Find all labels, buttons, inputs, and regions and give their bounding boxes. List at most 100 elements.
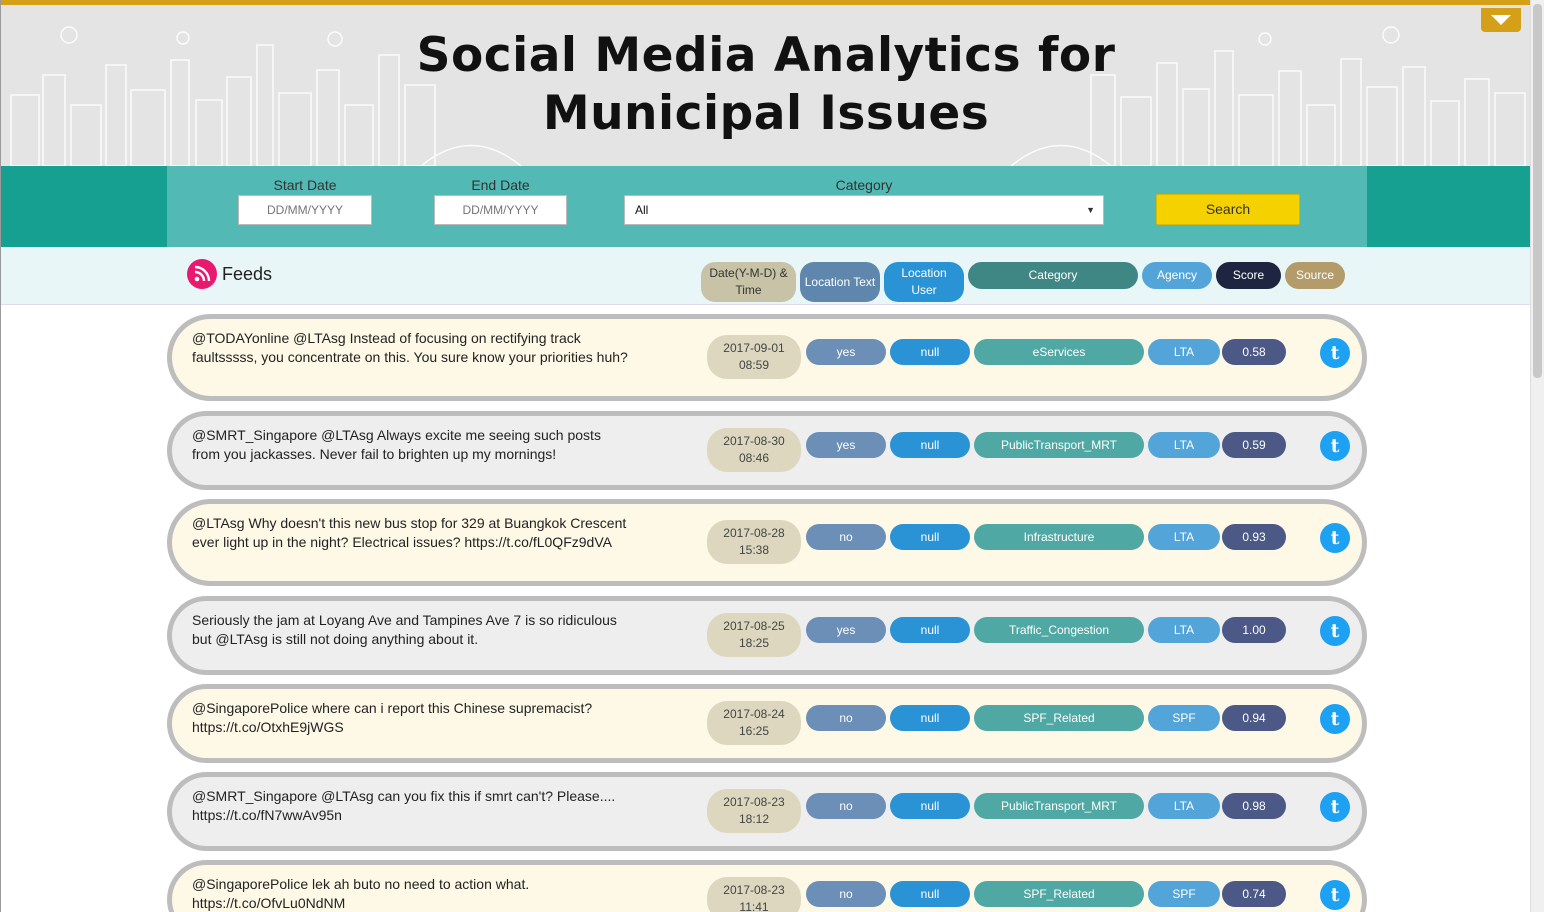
time-value: 11:41: [739, 900, 769, 912]
tweet-text: @SMRT_Singapore @LTAsg can you fix this …: [192, 788, 616, 823]
agency-pill: LTA: [1148, 432, 1220, 458]
column-header-source[interactable]: Source: [1285, 262, 1345, 289]
date-value: 2017-08-24: [723, 707, 785, 721]
feeds-title: Feeds: [222, 264, 273, 284]
score-pill: 0.74: [1222, 881, 1286, 907]
category-selected-value: All: [635, 203, 649, 217]
twitter-icon[interactable]: t: [1320, 431, 1350, 461]
date-time-badge: 2017-08-24 16:25: [707, 701, 801, 745]
location-user-pill: null: [890, 339, 970, 365]
category-label: Category: [835, 177, 893, 193]
score-pill: 0.98: [1222, 793, 1286, 819]
location-user-pill: null: [890, 524, 970, 550]
agency-pill: LTA: [1148, 793, 1220, 819]
twitter-icon[interactable]: t: [1320, 704, 1350, 734]
date-time-badge: 2017-08-28 15:38: [707, 520, 801, 564]
search-button[interactable]: Search: [1156, 194, 1300, 225]
date-time-badge: 2017-08-23 11:41: [707, 877, 801, 912]
location-user-pill: null: [890, 881, 970, 907]
category-pill: SPF_Related: [974, 705, 1144, 731]
category-pill: PublicTransport_MRT: [974, 793, 1144, 819]
twitter-icon[interactable]: t: [1320, 880, 1350, 910]
location-user-pill: null: [890, 793, 970, 819]
location-user-pill: null: [890, 432, 970, 458]
location-text-pill: yes: [806, 432, 886, 458]
title-line-2: Municipal Issues: [542, 86, 990, 141]
twitter-glyph: t: [1330, 884, 1340, 906]
twitter-icon[interactable]: t: [1320, 792, 1350, 822]
twitter-icon[interactable]: t: [1320, 616, 1350, 646]
tweet-text: @SMRT_Singapore @LTAsg Always excite me …: [192, 427, 601, 462]
feed-row[interactable]: @LTAsg Why doesn't this new bus stop for…: [167, 499, 1367, 586]
location-text-pill: yes: [806, 339, 886, 365]
time-value: 08:46: [738, 451, 770, 465]
rss-glyph: [194, 265, 211, 282]
title-line-1: Social Media Analytics for: [416, 28, 1116, 83]
column-header-date[interactable]: Date(Y-M-D) & Time: [701, 262, 796, 302]
start-date-input[interactable]: [238, 195, 372, 225]
vertical-scrollbar[interactable]: [1530, 0, 1544, 912]
date-value: 2017-08-23: [723, 883, 785, 897]
feed-row[interactable]: @SingaporePolice lek ah buto no need to …: [167, 860, 1367, 912]
collapse-toggle-button[interactable]: [1481, 8, 1521, 32]
date-time-badge: 2017-08-30 08:46: [707, 428, 801, 472]
agency-pill: SPF: [1148, 705, 1220, 731]
twitter-glyph: t: [1330, 620, 1340, 642]
time-value: 18:25: [738, 636, 770, 650]
feed-row[interactable]: Seriously the jam at Loyang Ave and Tamp…: [167, 596, 1367, 675]
feed-row[interactable]: @SMRT_Singapore @LTAsg can you fix this …: [167, 772, 1367, 851]
date-time-badge: 2017-08-25 18:25: [707, 613, 801, 657]
score-pill: 0.94: [1222, 705, 1286, 731]
date-value: 2017-08-30: [723, 434, 785, 448]
header-banner: Social Media Analytics for Municipal Iss…: [1, 5, 1530, 166]
scrollbar-thumb[interactable]: [1533, 4, 1542, 378]
score-pill: 0.58: [1222, 339, 1286, 365]
chevron-down-icon: [1491, 15, 1511, 25]
category-pill: Infrastructure: [974, 524, 1144, 550]
agency-pill: LTA: [1148, 617, 1220, 643]
end-date-label: End Date: [471, 177, 530, 193]
agency-pill: SPF: [1148, 881, 1220, 907]
page: Social Media Analytics for Municipal Iss…: [0, 0, 1530, 912]
category-pill: eServices: [974, 339, 1144, 365]
location-user-pill: null: [890, 617, 970, 643]
date-value: 2017-09-01: [723, 341, 785, 355]
location-user-pill: null: [890, 705, 970, 731]
location-text-pill: no: [806, 793, 886, 819]
category-pill: PublicTransport_MRT: [974, 432, 1144, 458]
tweet-text: @SingaporePolice where can i report this…: [192, 700, 593, 735]
date-time-badge: 2017-08-23 18:12: [707, 789, 801, 833]
tweet-text: @TODAYonline @LTAsg Instead of focusing …: [192, 330, 628, 365]
end-date-input[interactable]: [434, 195, 567, 225]
category-pill: Traffic_Congestion: [974, 617, 1144, 643]
date-value: 2017-08-25: [723, 619, 785, 633]
column-header-location-user[interactable]: Location User: [884, 262, 964, 302]
rss-feed-icon: [187, 259, 217, 289]
feed-row[interactable]: @TODAYonline @LTAsg Instead of focusing …: [167, 314, 1367, 401]
column-header-score[interactable]: Score: [1216, 262, 1281, 289]
column-header-category[interactable]: Category: [968, 262, 1138, 289]
date-time-badge: 2017-09-01 08:59: [707, 335, 801, 379]
date-value: 2017-08-23: [723, 795, 785, 809]
location-text-pill: no: [806, 705, 886, 731]
twitter-glyph: t: [1330, 435, 1340, 457]
time-value: 16:25: [738, 724, 770, 738]
feed-row[interactable]: @SingaporePolice where can i report this…: [167, 684, 1367, 763]
tweet-text: @LTAsg Why doesn't this new bus stop for…: [192, 515, 627, 550]
category-select[interactable]: All ▼: [624, 195, 1104, 225]
twitter-icon[interactable]: t: [1320, 338, 1350, 368]
twitter-glyph: t: [1330, 342, 1340, 364]
column-header-location-text[interactable]: Location Text: [800, 262, 880, 302]
date-value: 2017-08-28: [723, 526, 785, 540]
time-value: 18:12: [738, 812, 770, 826]
score-pill: 1.00: [1222, 617, 1286, 643]
twitter-icon[interactable]: t: [1320, 523, 1350, 553]
twitter-glyph: t: [1330, 527, 1340, 549]
score-pill: 0.93: [1222, 524, 1286, 550]
time-value: 15:38: [738, 543, 770, 557]
twitter-glyph: t: [1330, 796, 1340, 818]
column-header-agency[interactable]: Agency: [1142, 262, 1212, 289]
time-value: 08:59: [738, 358, 770, 372]
feed-row[interactable]: @SMRT_Singapore @LTAsg Always excite me …: [167, 411, 1367, 490]
agency-pill: LTA: [1148, 524, 1220, 550]
